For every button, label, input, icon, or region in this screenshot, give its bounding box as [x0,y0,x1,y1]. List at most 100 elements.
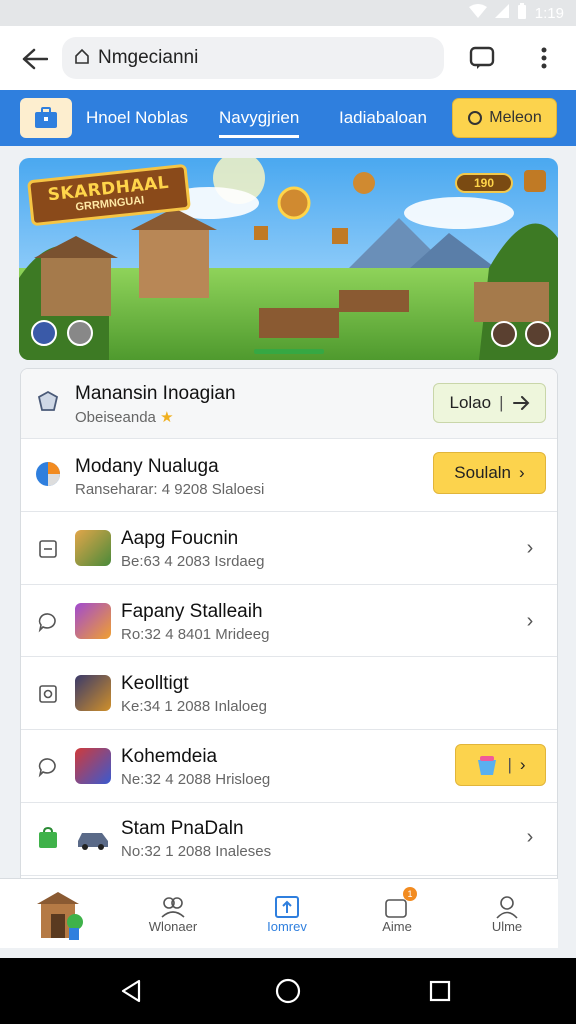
list-item-subtitle: Ro:32 4 8401 Mrideeg [121,626,270,643]
chevron-right-icon: › [526,825,534,848]
car-icon [75,823,111,851]
star-icon: ★ [160,409,174,426]
square-recents-icon [429,980,451,1002]
upload-box-icon [275,895,299,918]
player-avatar[interactable] [491,321,517,347]
group-icon [161,896,185,918]
list-item-title: Aapg Foucnin [121,528,239,549]
tab-iadiabaloan[interactable]: Iadiabaloan [339,90,427,146]
list-item-subtitle: Ke:34 1 2088 Inlaloeg [121,698,267,715]
list-item-subtitle: Be:63 4 2083 Isrdaeg [121,553,265,570]
gift-button[interactable]: | › [455,744,546,786]
home-icon [74,48,90,69]
minus-square-icon [35,536,61,562]
list-item-subtitle: No:32 1 2088 Inaleses [121,843,272,860]
wifi-icon [468,4,487,23]
bag-icon [35,825,61,851]
soulaln-button[interactable]: Soulaln › [433,452,546,494]
pie-chart-icon [35,461,61,487]
coin-counter: 190 [455,173,513,193]
chevron-right-icon: › [519,755,526,774]
soulaln-label: Soulaln [454,463,512,482]
player-avatar[interactable] [31,320,57,346]
battery-icon [517,3,527,24]
shield-icon [35,389,61,415]
system-recents-button[interactable] [425,976,455,1006]
game-banner[interactable]: SKARDHAAL GRRMNGUAI 190 [19,158,558,360]
list-item-subtitle: Ne:32 4 2088 Hrisloeg [121,771,271,788]
url-text: Nmgecianni [98,47,199,68]
circle-icon [468,111,483,125]
tab-hnoel-noblas[interactable]: Hnoel Noblas [86,90,188,146]
camera-square-icon [35,681,61,707]
lolao-button[interactable]: Lolao | [433,383,546,423]
list-item[interactable]: Modany Nualuga Ranseharar: 4 9208 Slaloe… [21,439,557,512]
list-item-subtitle: Ranseharar: 4 9208 Slaloesi [75,481,265,498]
notification-badge: 1 [403,887,417,901]
nav-home-button[interactable] [20,98,72,138]
status-bar: 1:19 [0,0,576,26]
list-item[interactable]: Aapg Foucnin Be:63 4 2083 Isrdaeg › [21,512,557,585]
player-avatar[interactable] [525,321,551,347]
person-icon [496,895,518,919]
back-button[interactable] [18,42,52,76]
nav-cta-button[interactable]: Meleon [452,98,557,138]
tab-navygjrien[interactable]: Navygjrien [219,90,300,146]
bottom-nav-label: Iomrev [267,918,307,934]
list-item-title: Modany Nualuga [75,456,219,477]
bottom-nav-label: Aime [382,918,412,934]
chat-bubble-icon [35,609,61,635]
tabs-button[interactable] [466,42,498,74]
game-list: Manansin Inoagian Obeiseanda ★ Lolao | M… [20,368,558,948]
system-home-button[interactable] [273,976,303,1006]
overflow-menu-button[interactable] [530,42,558,74]
lolao-label: Lolao [449,393,492,412]
system-navigation-bar [0,958,576,1024]
system-back-button[interactable] [116,976,146,1006]
player-avatar[interactable] [67,320,93,346]
arrow-right-icon [512,396,529,410]
list-item[interactable]: Fapany Stalleaih Ro:32 4 8401 Mrideeg › [21,585,557,657]
list-item[interactable]: Stam PnaDaln No:32 1 2088 Inaleses › [21,803,557,876]
chevron-right-icon: › [526,609,534,632]
list-item-title: Keolltigt [121,673,189,694]
list-item-title: Stam PnaDaln [121,818,244,839]
signal-icon [494,4,509,23]
status-icons: 1:19 [468,3,564,24]
list-item[interactable]: Kohemdeia Ne:32 4 2088 Hrisloeg | › [21,730,557,803]
site-navigation: Hnoel Noblas Navygjrien Iadiabaloan Mele… [0,90,576,146]
gift-icon [478,756,497,775]
game-thumbnail [75,675,111,711]
game-thumbnail [75,603,111,639]
status-time: 1:19 [534,5,564,22]
bottom-nav-label: Wlonaer [148,918,198,934]
bottom-nav-item-4[interactable]: Ulme [467,879,547,949]
divider: | [507,755,512,774]
briefcase-icon [35,107,57,128]
list-header-subtitle: Obeiseanda ★ [75,409,174,426]
nav-cta-label: Meleon [489,109,542,126]
list-item-title: Fapany Stalleaih [121,601,263,622]
chevron-right-icon: › [519,463,525,482]
list-header-row: Manansin Inoagian Obeiseanda ★ Lolao | [21,369,557,439]
tabs-icon [469,46,495,69]
temple-icon [37,892,83,940]
chevron-right-icon: › [526,536,534,559]
bottom-navigation: Wlonaer Iomrev 1 Aime Ulme [0,878,558,948]
list-item-title: Kohemdeia [121,746,218,767]
bottom-nav-item-3[interactable]: 1 Aime [357,879,437,949]
address-bar[interactable]: Nmgecianni [62,37,444,79]
chat-bubble-icon [35,754,61,780]
more-vert-icon [541,47,547,69]
list-header-title: Manansin Inoagian [75,383,236,404]
game-thumbnail [75,748,111,784]
bottom-nav-home[interactable] [20,879,100,949]
game-thumbnail [75,530,111,566]
back-arrow-icon [22,48,48,70]
bottom-nav-item-2[interactable]: Iomrev [247,879,327,949]
browser-toolbar: Nmgecianni [0,26,576,90]
divider: | [499,393,504,412]
bottom-nav-item-1[interactable]: Wlonaer [133,879,213,949]
list-item[interactable]: Keolltigt Ke:34 1 2088 Inlaloeg [21,657,557,730]
circle-home-icon [275,978,301,1004]
